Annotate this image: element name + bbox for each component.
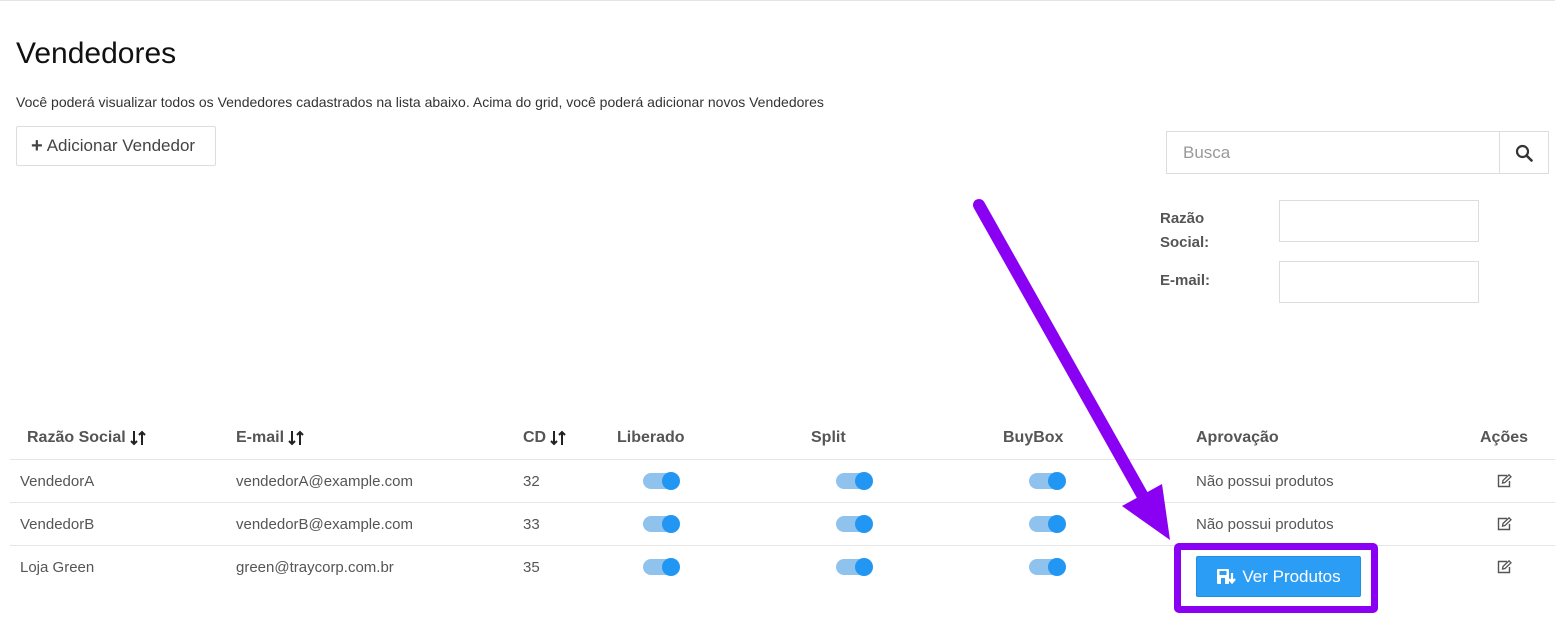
cell-cd: 35: [523, 558, 540, 576]
search-button[interactable]: [1499, 132, 1548, 173]
column-header-acoes: Ações: [1480, 428, 1529, 446]
liberado-toggle[interactable]: [643, 472, 680, 490]
filter-email-label: E-mail:: [1160, 272, 1211, 289]
edit-icon[interactable]: [1497, 474, 1512, 488]
search-box: [1166, 131, 1549, 174]
split-toggle[interactable]: [836, 472, 873, 490]
liberado-toggle[interactable]: [643, 515, 680, 533]
plus-icon: +: [31, 135, 43, 157]
cell-razao-social: VendedorB: [20, 515, 95, 533]
cell-email: green@traycorp.com.br: [236, 558, 394, 576]
search-icon: [1515, 144, 1533, 162]
edit-icon[interactable]: [1497, 517, 1512, 531]
column-header-cd[interactable]: CD: [523, 416, 566, 459]
sort-icon: [550, 430, 566, 446]
buybox-toggle[interactable]: [1029, 515, 1066, 533]
cell-aprovacao: Não possui produtos: [1196, 515, 1334, 533]
cell-email: vendedorB@example.com: [236, 515, 413, 533]
column-header-split: Split: [811, 428, 846, 446]
add-vendor-button[interactable]: + Adicionar Vendedor: [16, 126, 216, 166]
cell-cd: 33: [523, 515, 540, 533]
cell-aprovacao: Não possui produtos: [1196, 472, 1334, 490]
column-header-liberado: Liberado: [617, 428, 685, 446]
column-header-email[interactable]: E-mail: [236, 416, 304, 459]
buybox-toggle[interactable]: [1029, 472, 1066, 490]
filter-razao-social-input[interactable]: [1279, 200, 1479, 242]
ver-produtos-button[interactable]: Ver Produtos: [1196, 556, 1361, 597]
sort-icon: [288, 430, 304, 446]
cell-cd: 32: [523, 472, 540, 490]
table-row: VendedorB vendedorB@example.com 33 Não p…: [10, 503, 1555, 546]
page-title: Vendedores: [16, 37, 177, 70]
liberado-toggle[interactable]: [643, 558, 680, 576]
column-header-razao-social[interactable]: Razão Social: [27, 416, 146, 459]
cell-email: vendedorA@example.com: [236, 472, 413, 490]
cell-razao-social: Loja Green: [20, 558, 95, 576]
top-divider: [0, 0, 1555, 1]
cell-razao-social: VendedorA: [20, 472, 95, 490]
edit-icon[interactable]: [1497, 560, 1512, 574]
search-input[interactable]: [1167, 132, 1499, 173]
split-toggle[interactable]: [836, 515, 873, 533]
filter-email-input[interactable]: [1279, 261, 1479, 303]
boxes-icon: [1217, 568, 1237, 584]
sort-icon: [129, 430, 146, 446]
ver-produtos-label: Ver Produtos: [1242, 566, 1341, 586]
table-header: Razão Social E-mail CD Liberado Split Bu…: [10, 416, 1555, 460]
buybox-toggle[interactable]: [1029, 558, 1066, 576]
column-header-aprovacao: Aprovação: [1196, 428, 1279, 446]
page-description: Você poderá visualizar todos os Vendedor…: [16, 94, 824, 110]
filter-razao-social-label: Razão Social:: [1160, 210, 1210, 251]
column-header-buybox: BuyBox: [1003, 428, 1064, 446]
split-toggle[interactable]: [836, 558, 873, 576]
add-vendor-label: Adicionar Vendedor: [46, 136, 196, 155]
table-row: VendedorA vendedorA@example.com 32 Não p…: [10, 460, 1555, 503]
